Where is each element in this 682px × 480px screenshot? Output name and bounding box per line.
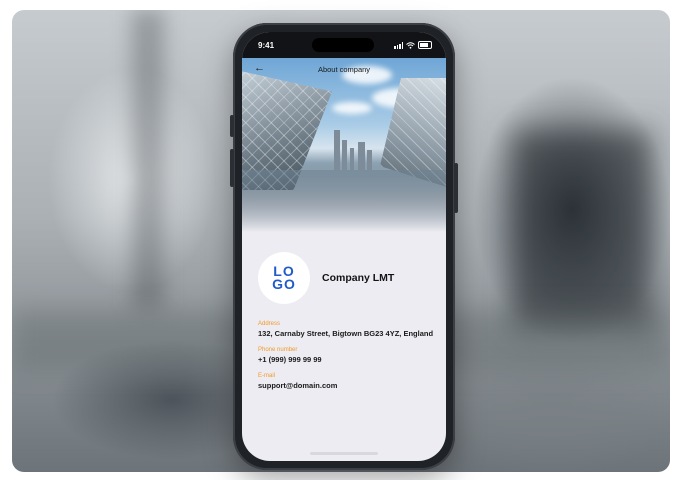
battery-icon [418, 41, 432, 49]
app-header: ← About company [242, 58, 446, 84]
page-title: About company [317, 65, 371, 74]
address-label: Address [258, 321, 281, 327]
company-cover-image [242, 58, 446, 232]
status-bar: 9:41 [242, 32, 446, 58]
phone-value[interactable]: +1 (999) 999 99 99 [258, 355, 438, 365]
company-details: Address 132, Carnaby Street, Bigtown BG2… [258, 321, 438, 399]
phone-mockup: 9:41 ← About company LO GO Company LMT A… [230, 23, 458, 470]
phone-label: Phone number [258, 347, 298, 353]
email-group: E-mail support@domain.com [258, 373, 438, 391]
phone-screen: 9:41 ← About company LO GO Company LMT A… [242, 32, 446, 461]
company-name: Company LMT [322, 272, 395, 284]
address-value[interactable]: 132, Carnaby Street, Bigtown BG23 4YZ, E… [258, 329, 438, 339]
company-logo: LO GO [258, 252, 310, 304]
status-time: 9:41 [258, 41, 275, 50]
logo-text-bottom: GO [272, 276, 296, 292]
dynamic-island [312, 38, 374, 52]
home-indicator [310, 452, 378, 455]
company-profile: LO GO Company LMT [258, 252, 394, 304]
email-label: E-mail [258, 373, 276, 379]
signal-icon [394, 41, 403, 49]
address-group: Address 132, Carnaby Street, Bigtown BG2… [258, 321, 438, 339]
wifi-icon [406, 41, 415, 49]
phone-group: Phone number +1 (999) 999 99 99 [258, 347, 438, 365]
email-value[interactable]: support@domain.com [258, 381, 438, 391]
